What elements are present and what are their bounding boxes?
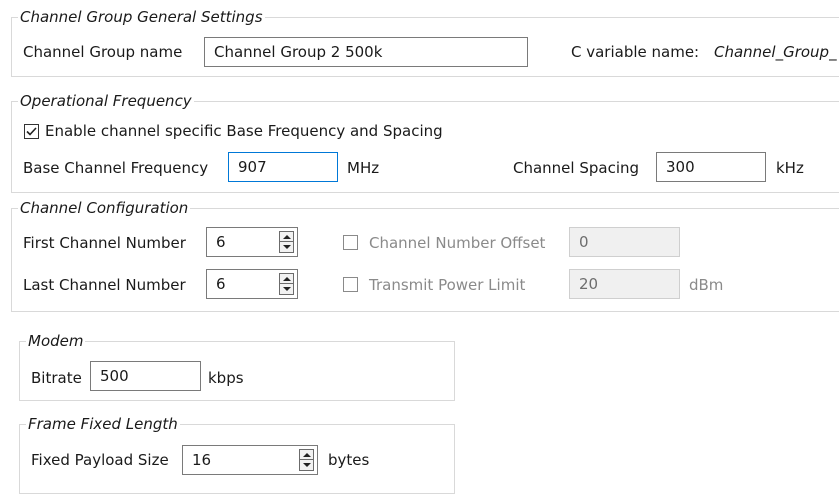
general-settings-title: Channel Group General Settings	[18, 8, 265, 26]
checkmark-icon	[26, 127, 37, 136]
channel-number-offset-input: 0	[569, 227, 680, 257]
base-frequency-unit: MHz	[347, 159, 380, 177]
first-channel-number-label: First Channel Number	[23, 234, 186, 252]
transmit-power-limit-label: Transmit Power Limit	[369, 276, 526, 294]
bitrate-label: Bitrate	[31, 369, 82, 387]
channel-group-name-label: Channel Group name	[23, 43, 183, 61]
channel-configuration-title: Channel Configuration	[18, 199, 191, 217]
modem-title: Modem	[26, 332, 86, 350]
channel-number-offset-label: Channel Number Offset	[369, 234, 546, 252]
last-channel-number-spinner[interactable]: 6	[206, 269, 298, 299]
spin-down-icon[interactable]	[280, 284, 293, 294]
fixed-payload-size-spinner[interactable]: 16	[182, 445, 318, 475]
last-channel-number-value[interactable]: 6	[216, 270, 226, 298]
enable-specific-frequency-checkbox[interactable]	[24, 124, 39, 139]
base-channel-frequency-input[interactable]: 907	[228, 152, 338, 182]
fixed-payload-size-unit: bytes	[328, 451, 370, 469]
channel-spacing-input[interactable]: 300	[656, 152, 766, 182]
bitrate-unit: kbps	[208, 369, 244, 387]
channel-group-name-input[interactable]: Channel Group 2 500k	[204, 37, 528, 67]
last-channel-number-label: Last Channel Number	[23, 276, 186, 294]
transmit-power-limit-input: 20	[569, 269, 680, 299]
enable-specific-frequency-label[interactable]: Enable channel specific Base Frequency a…	[45, 121, 443, 141]
bitrate-input[interactable]: 500	[90, 361, 201, 391]
payload-spin-buttons	[299, 449, 314, 471]
transmit-power-limit-checkbox[interactable]	[343, 277, 358, 292]
c-variable-name-value: Channel_Group_	[714, 43, 837, 61]
transmit-power-unit: dBm	[689, 276, 724, 294]
channel-spacing-unit: kHz	[776, 159, 804, 177]
first-channel-number-value[interactable]: 6	[216, 228, 226, 256]
operational-frequency-title: Operational Frequency	[18, 92, 194, 110]
channel-configuration-group: Channel Configuration	[11, 199, 839, 312]
first-channel-spin-buttons	[279, 231, 294, 253]
spin-down-icon[interactable]	[280, 242, 293, 252]
last-channel-spin-buttons	[279, 273, 294, 295]
c-variable-name-label: C variable name:	[571, 43, 700, 61]
channel-spacing-label: Channel Spacing	[513, 159, 640, 177]
channel-number-offset-checkbox[interactable]	[343, 235, 358, 250]
first-channel-number-spinner[interactable]: 6	[206, 227, 298, 257]
frame-fixed-length-title: Frame Fixed Length	[26, 415, 180, 433]
fixed-payload-size-label: Fixed Payload Size	[31, 451, 169, 469]
spin-down-icon[interactable]	[300, 460, 313, 470]
fixed-payload-size-value[interactable]: 16	[192, 446, 211, 474]
base-channel-frequency-label: Base Channel Frequency	[23, 159, 209, 177]
